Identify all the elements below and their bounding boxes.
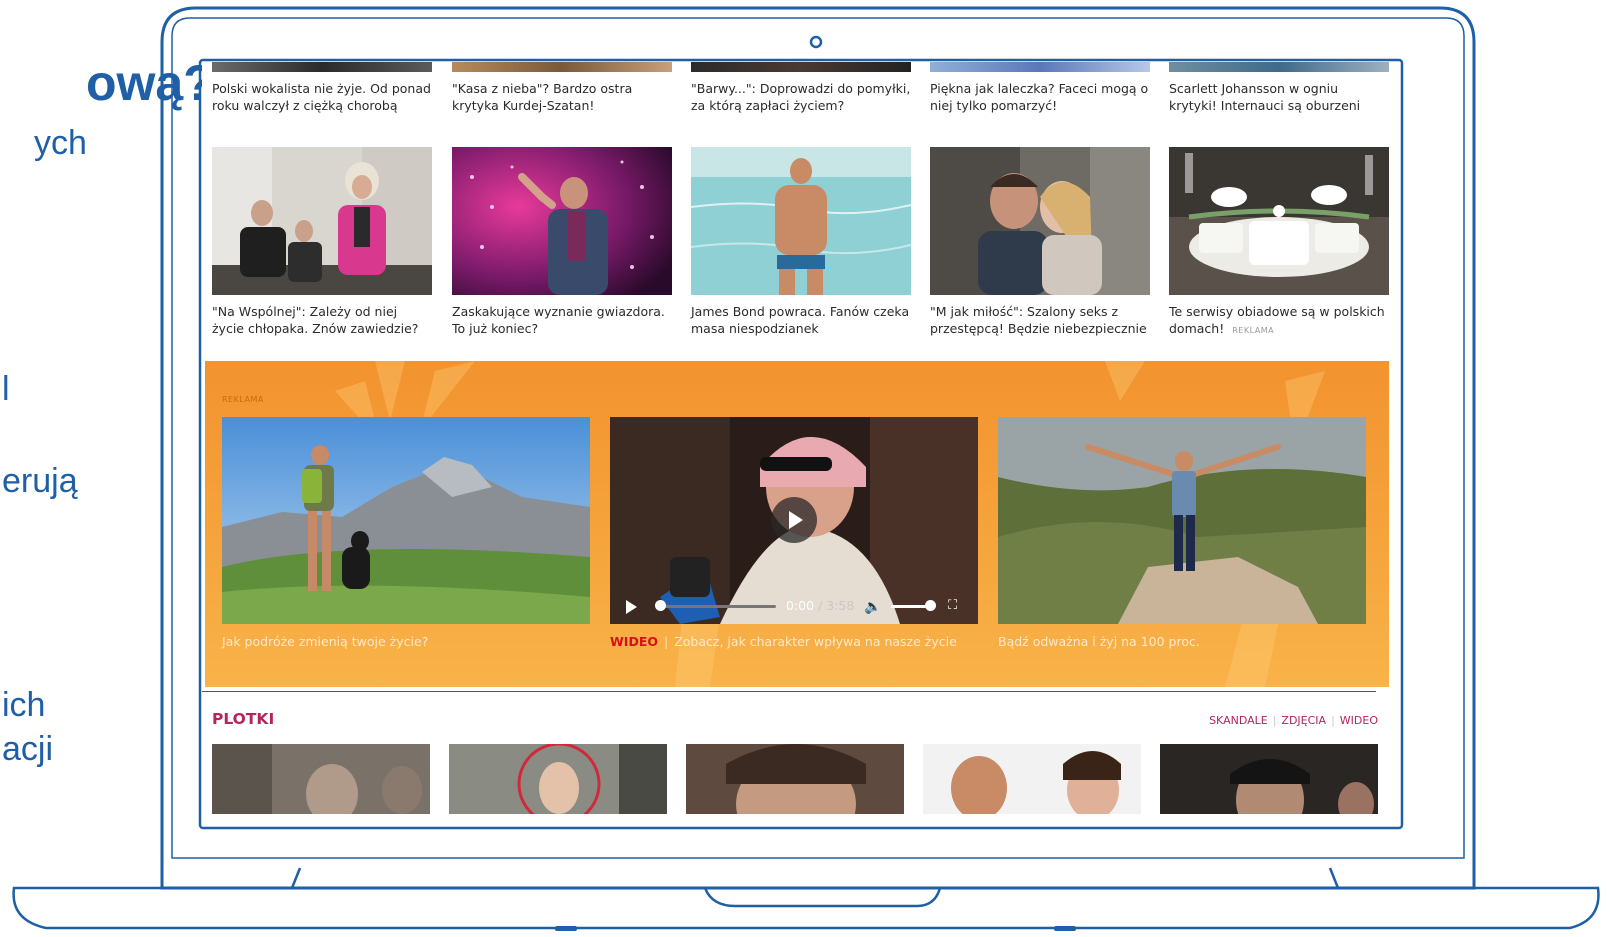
video-tag: WIDEO xyxy=(610,634,658,649)
link-wideo[interactable]: WIDEO xyxy=(1340,714,1378,727)
promo-video-card[interactable]: 0:00 / 3:58 🔈 ⛶ WIDEO | Zobacz, jak charak… xyxy=(610,417,978,649)
ad-label: REKLAMA xyxy=(1232,326,1275,335)
volume-icon[interactable]: 🔈 xyxy=(864,599,881,615)
article-card[interactable]: "M jak miłość": Szalony seks z przestępc… xyxy=(930,147,1150,337)
section-title[interactable]: PLOTKI xyxy=(212,710,274,728)
article-thumbnail[interactable] xyxy=(1169,62,1389,72)
article-thumbnail[interactable] xyxy=(212,62,432,72)
link-skandale[interactable]: SKANDALE xyxy=(1209,714,1268,727)
browser-screen: Polski wokalista nie żyje. Od ponad roku… xyxy=(202,62,1400,826)
article-title[interactable]: Scarlett Johansson w ogniu krytyki! Inte… xyxy=(1169,80,1389,114)
gossip-thumbnail[interactable] xyxy=(212,744,430,814)
video-controls: 0:00 / 3:58 🔈 ⛶ xyxy=(610,588,978,624)
promo-image[interactable] xyxy=(222,417,590,624)
article-card[interactable]: Piękna jak laleczka? Faceci mogą o niej … xyxy=(930,62,1150,114)
play-overlay-button[interactable] xyxy=(771,497,817,543)
gossip-thumbnail[interactable] xyxy=(449,744,667,814)
section-divider xyxy=(202,691,1376,692)
article-title[interactable]: "M jak miłość": Szalony seks z przestępc… xyxy=(930,303,1150,337)
article-card[interactable]: Te serwisy obiadowe są w polskich domach… xyxy=(1169,147,1389,339)
link-zdjecia[interactable]: ZDJĘCIA xyxy=(1281,714,1326,727)
article-card[interactable]: James Bond powraca. Fanów czeka masa nie… xyxy=(691,147,911,337)
volume-handle[interactable] xyxy=(925,600,936,611)
video-duration: 3:58 xyxy=(826,598,855,613)
article-card[interactable]: Polski wokalista nie żyje. Od ponad roku… xyxy=(212,62,432,114)
promo-caption[interactable]: WIDEO | Zobacz, jak charakter wpływa na na… xyxy=(610,634,978,649)
article-card[interactable]: "Na Wspólnej": Zależy od niej życie chło… xyxy=(212,147,432,337)
promo-image[interactable] xyxy=(998,417,1366,624)
article-title[interactable]: Piękna jak laleczka? Faceci mogą o niej … xyxy=(930,80,1150,114)
article-title-text[interactable]: Te serwisy obiadowe są w polskich domach… xyxy=(1169,304,1385,336)
article-thumbnail[interactable] xyxy=(930,62,1150,72)
volume-slider[interactable] xyxy=(891,605,929,608)
gossip-thumbnail[interactable] xyxy=(1160,744,1378,814)
caption-separator: | xyxy=(663,634,669,649)
section-links: SKANDALE | ZDJĘCIA | WIDEO xyxy=(1209,714,1378,727)
article-title[interactable]: Zaskakujące wyznanie gwiazdora. To już k… xyxy=(452,303,672,337)
article-title[interactable]: Polski wokalista nie żyje. Od ponad roku… xyxy=(212,80,432,114)
article-thumbnail[interactable] xyxy=(452,147,672,295)
play-icon[interactable] xyxy=(626,600,637,614)
article-thumbnail[interactable] xyxy=(930,147,1150,295)
promo-caption-text[interactable]: Zobacz, jak charakter wpływa na nasze ży… xyxy=(674,634,957,649)
gossip-thumbnail[interactable] xyxy=(686,744,904,814)
article-card[interactable]: "Barwy...": Doprowadzi do pomyłki, za kt… xyxy=(691,62,911,114)
promo-caption[interactable]: Bądź odważna i żyj na 100 proc. xyxy=(998,634,1366,649)
promo-caption[interactable]: Jak podróże zmienią twoje życie? xyxy=(222,634,590,649)
video-time: 0:00 / 3:58 xyxy=(786,598,854,613)
video-player[interactable]: 0:00 / 3:58 🔈 ⛶ xyxy=(610,417,978,624)
promo-card[interactable]: Jak podróże zmienią twoje życie? xyxy=(222,417,590,649)
gossip-thumbnail[interactable] xyxy=(923,744,1141,814)
article-thumbnail[interactable] xyxy=(691,62,911,72)
promo-banner: REKLAMA Jak podróże zmienią twoje życie?… xyxy=(205,361,1389,687)
article-card[interactable]: "Kasa z nieba"? Bardzo ostra krytyka Kur… xyxy=(452,62,672,114)
article-thumbnail[interactable] xyxy=(691,147,911,295)
promo-card[interactable]: Bądź odważna i żyj na 100 proc. xyxy=(998,417,1366,649)
article-thumbnail[interactable] xyxy=(452,62,672,72)
fullscreen-icon[interactable]: ⛶ xyxy=(948,598,957,613)
article-title[interactable]: "Barwy...": Doprowadzi do pomyłki, za kt… xyxy=(691,80,911,114)
video-progress-handle[interactable] xyxy=(655,600,666,611)
article-title[interactable]: James Bond powraca. Fanów czeka masa nie… xyxy=(691,303,911,337)
article-card[interactable]: Scarlett Johansson w ogniu krytyki! Inte… xyxy=(1169,62,1389,114)
article-title[interactable]: Te serwisy obiadowe są w polskich domach… xyxy=(1169,303,1389,339)
article-card[interactable]: Zaskakujące wyznanie gwiazdora. To już k… xyxy=(452,147,672,337)
video-current-time: 0:00 xyxy=(786,598,815,613)
ad-label: REKLAMA xyxy=(222,395,264,404)
article-title[interactable]: "Kasa z nieba"? Bardzo ostra krytyka Kur… xyxy=(452,80,672,114)
video-time-separator: / xyxy=(818,598,823,613)
article-thumbnail[interactable] xyxy=(1169,147,1389,295)
article-title[interactable]: "Na Wspólnej": Zależy od niej życie chło… xyxy=(212,303,432,337)
video-progress-track[interactable] xyxy=(658,605,776,608)
article-thumbnail[interactable] xyxy=(212,147,432,295)
